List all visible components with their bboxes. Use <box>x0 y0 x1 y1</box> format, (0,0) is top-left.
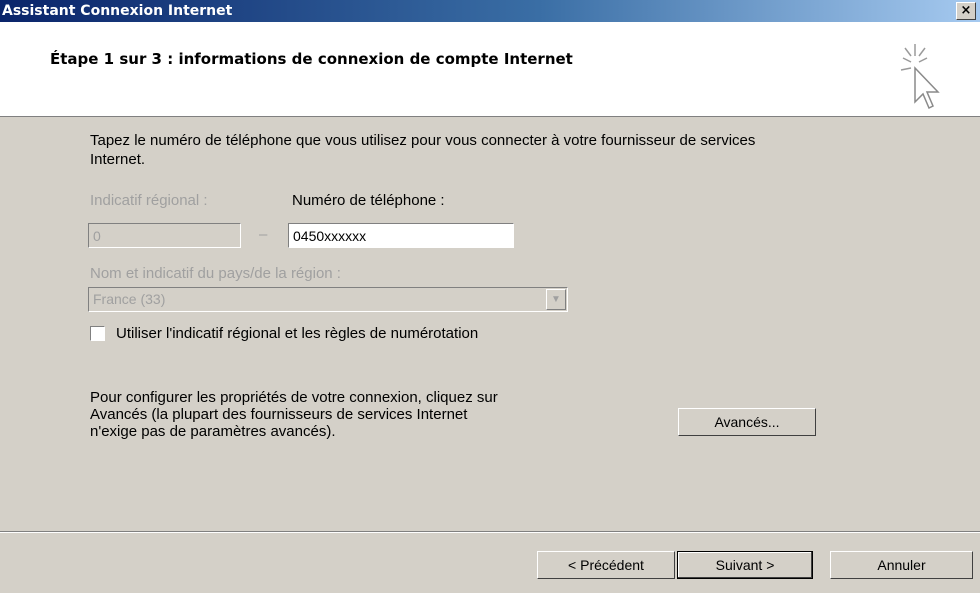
step-title: Étape 1 sur 3 : informations de connexio… <box>50 50 573 68</box>
intro-text: Tapez le numéro de téléphone que vous ut… <box>90 132 756 168</box>
cancel-button[interactable]: Annuler <box>830 551 973 579</box>
window-title: Assistant Connexion Internet <box>2 3 233 19</box>
advanced-button[interactable]: Avancés... <box>678 408 816 436</box>
use-area-code-label: Utiliser l'indicatif régional et les règ… <box>116 325 479 342</box>
dash-separator: – <box>259 226 268 243</box>
area-code-input[interactable] <box>88 223 241 248</box>
wizard-cursor-icon <box>900 44 940 110</box>
country-select[interactable]: France (33) ▼ <box>88 287 568 312</box>
footer-separator <box>0 531 980 533</box>
phone-number-input[interactable] <box>288 223 514 248</box>
previous-button[interactable]: < Précédent <box>537 551 675 579</box>
area-code-label: Indicatif régional : <box>90 192 208 209</box>
title-bar: Assistant Connexion Internet × <box>0 0 980 22</box>
close-icon: × <box>960 3 972 18</box>
advanced-description-line3: n'exige pas de paramètres avancés). <box>90 423 336 440</box>
advanced-description-line1: Pour configurer les propriétés de votre … <box>90 389 498 406</box>
use-area-code-checkbox[interactable] <box>90 326 105 341</box>
country-label: Nom et indicatif du pays/de la région : <box>90 265 341 282</box>
dropdown-arrow-icon[interactable]: ▼ <box>546 289 566 310</box>
next-button[interactable]: Suivant > <box>677 551 813 579</box>
wizard-header: Étape 1 sur 3 : informations de connexio… <box>0 22 980 117</box>
country-select-value: France (33) <box>93 291 166 307</box>
close-button[interactable]: × <box>956 2 976 20</box>
phone-number-label: Numéro de téléphone : <box>292 192 445 209</box>
advanced-description-line2: Avancés (la plupart des fournisseurs de … <box>90 406 468 423</box>
